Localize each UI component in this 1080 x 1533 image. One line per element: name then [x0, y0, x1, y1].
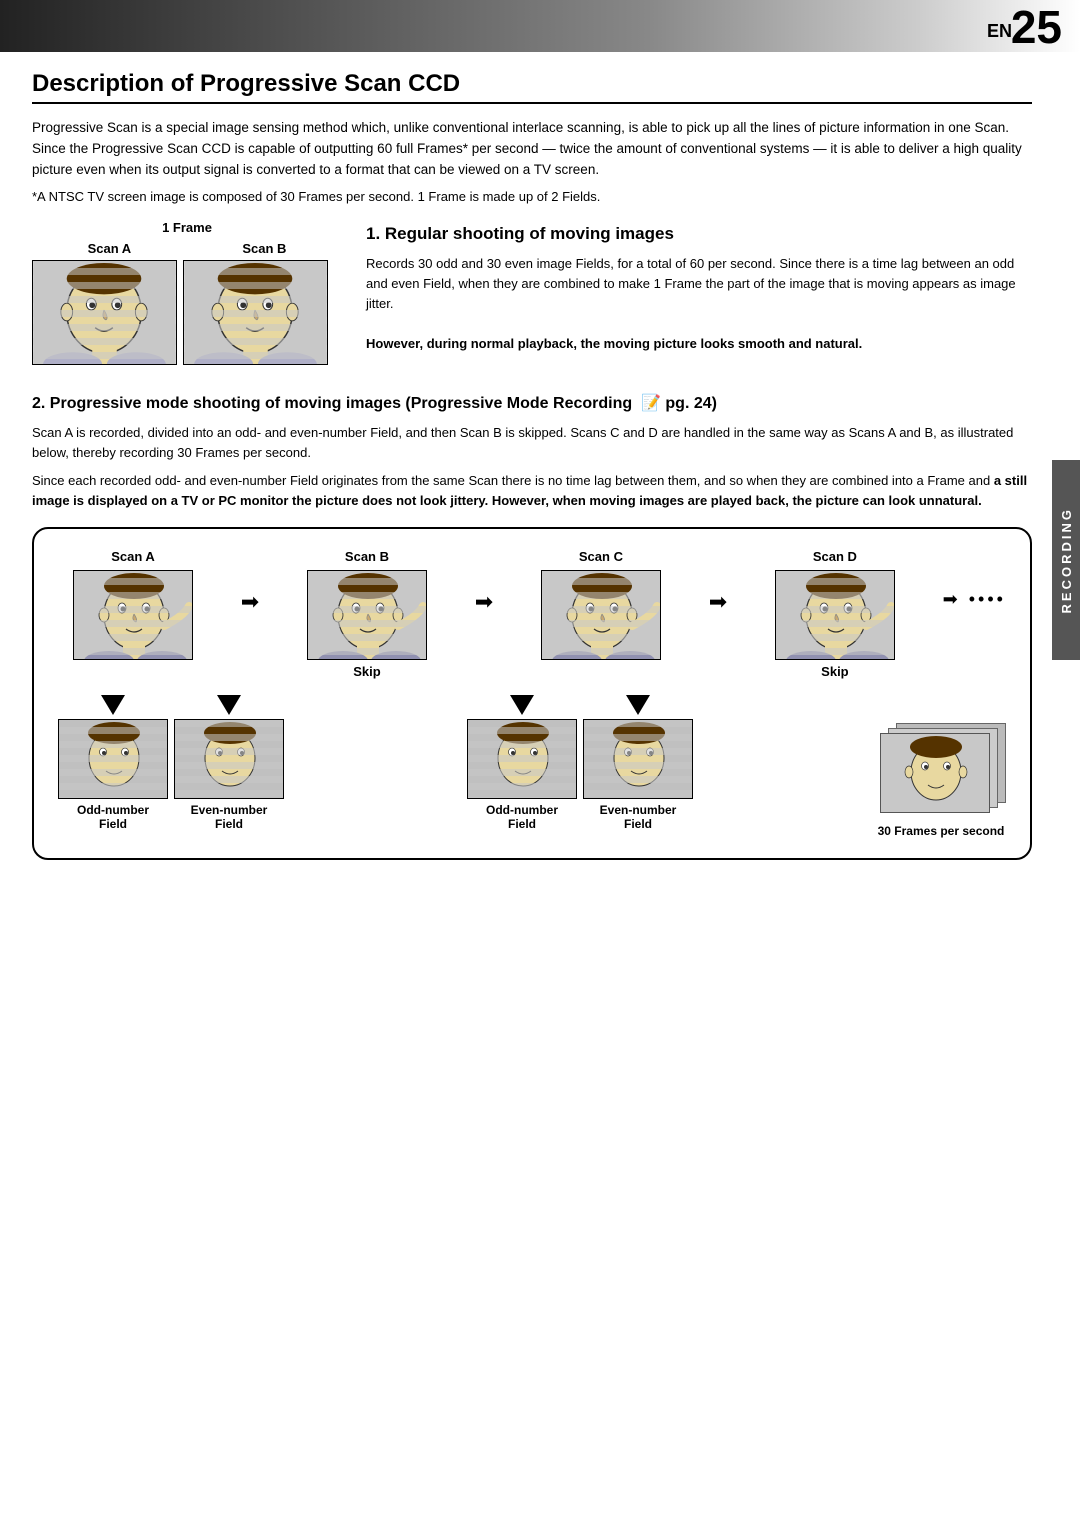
group1-arrows: [58, 693, 284, 717]
arrow-down-odd2: [467, 693, 577, 717]
section1-heading: 1. Regular shooting of moving images: [366, 224, 1032, 244]
arrow-b-to-c: ➡: [475, 589, 493, 615]
continuation-dots: ➡ ••••: [943, 589, 1006, 610]
group1-imgs: [58, 719, 284, 799]
diagram-box: Scan A: [32, 527, 1032, 860]
even-field-1-label: Even-numberField: [174, 803, 284, 831]
scan-images-row: [32, 260, 342, 365]
section2-text2-normal: Since each recorded odd- and even-number…: [32, 473, 990, 488]
section2-pg-ref: pg. 24): [665, 395, 717, 412]
arrow-c-to-d: ➡: [709, 589, 727, 615]
scan-a-top-label: Scan A: [88, 241, 132, 256]
arrow-a-to-b: ➡: [241, 589, 259, 615]
scan-b-image: [183, 260, 328, 365]
arrow-down-even1: [174, 693, 284, 717]
diag-scan-b-col: Scan B: [292, 549, 442, 683]
section1-text: Records 30 odd and 30 even image Fields,…: [366, 254, 1032, 355]
frames-stack-group: 30 Frames per second: [876, 693, 1006, 838]
frame-label: 1 Frame: [32, 220, 342, 235]
section2-text1: Scan A is recorded, divided into an odd-…: [32, 423, 1032, 463]
section1-content: 1. Regular shooting of moving images Rec…: [366, 220, 1032, 365]
diag-bottom-group2: Odd-numberField Even-numberField: [467, 693, 693, 831]
main-content: Description of Progressive Scan CCD Prog…: [0, 52, 1080, 890]
side-tab: RECORDING: [1052, 460, 1080, 660]
even-field-1-img: [174, 719, 284, 799]
diag-scan-a-label: Scan A: [111, 549, 155, 564]
group2-arrows: [467, 693, 693, 717]
odd-field-2-label: Odd-numberField: [467, 803, 577, 831]
diagram-bottom-row: Odd-numberField Even-numberField: [58, 693, 1006, 838]
section1-text-normal: Records 30 odd and 30 even image Fields,…: [366, 256, 1016, 311]
diag-scan-c-col: Scan C: [526, 549, 676, 660]
scan-ab-labels: Scan A Scan B: [32, 241, 342, 256]
scan-b-top-label: Scan B: [242, 241, 286, 256]
diag-scan-a-img: [73, 570, 193, 660]
diag-scan-d-img: [775, 570, 895, 660]
frame-front: [880, 733, 990, 813]
section2-heading: 2. Progressive mode shooting of moving i…: [32, 393, 1032, 413]
side-tab-label: RECORDING: [1059, 507, 1074, 613]
group1-labels: Odd-numberField Even-numberField: [58, 803, 284, 831]
en-label: EN: [987, 21, 1012, 42]
page-number: 25: [1011, 4, 1062, 50]
intro-text: Progressive Scan is a special image sens…: [32, 118, 1032, 181]
odd-field-1-img: [58, 719, 168, 799]
group2-labels: Odd-numberField Even-numberField: [467, 803, 693, 831]
page-title: Description of Progressive Scan CCD: [32, 70, 1032, 104]
diag-bottom-group1: Odd-numberField Even-numberField: [58, 693, 284, 831]
skip-d-label: Skip: [821, 664, 848, 679]
frames-label: 30 Frames per second: [878, 824, 1005, 838]
two-column-section: 1 Frame Scan A Scan B: [32, 220, 1032, 365]
skip-b-label: Skip: [353, 664, 380, 679]
footnote: *A NTSC TV screen image is composed of 3…: [32, 189, 1032, 204]
arrow-down-even2: [583, 693, 693, 717]
section1-bold-text: However, during normal playback, the mov…: [366, 336, 862, 351]
frame-diagram: 1 Frame Scan A Scan B: [32, 220, 342, 365]
scan-a-image: [32, 260, 177, 365]
section2-text2: Since each recorded odd- and even-number…: [32, 471, 1032, 511]
even-field-2-label: Even-numberField: [583, 803, 693, 831]
group2-imgs: [467, 719, 693, 799]
section2-heading-text: 2. Progressive mode shooting of moving i…: [32, 395, 632, 412]
diag-scan-d-col: Scan D: [760, 549, 910, 683]
odd-field-2-img: [467, 719, 577, 799]
diag-scan-c-label: Scan C: [579, 549, 623, 564]
diag-scan-b-img: [307, 570, 427, 660]
frames-stack: [876, 723, 1006, 818]
odd-field-1-label: Odd-numberField: [58, 803, 168, 831]
diag-scan-b-label: Scan B: [345, 549, 389, 564]
diag-scan-d-label: Scan D: [813, 549, 857, 564]
diagram-top-row: Scan A: [58, 549, 1006, 683]
diag-scan-c-img: [541, 570, 661, 660]
diag-scan-a-col: Scan A: [58, 549, 208, 660]
top-bar: EN 25: [0, 0, 1080, 52]
arrow-down-odd1: [58, 693, 168, 717]
even-field-2-img: [583, 719, 693, 799]
